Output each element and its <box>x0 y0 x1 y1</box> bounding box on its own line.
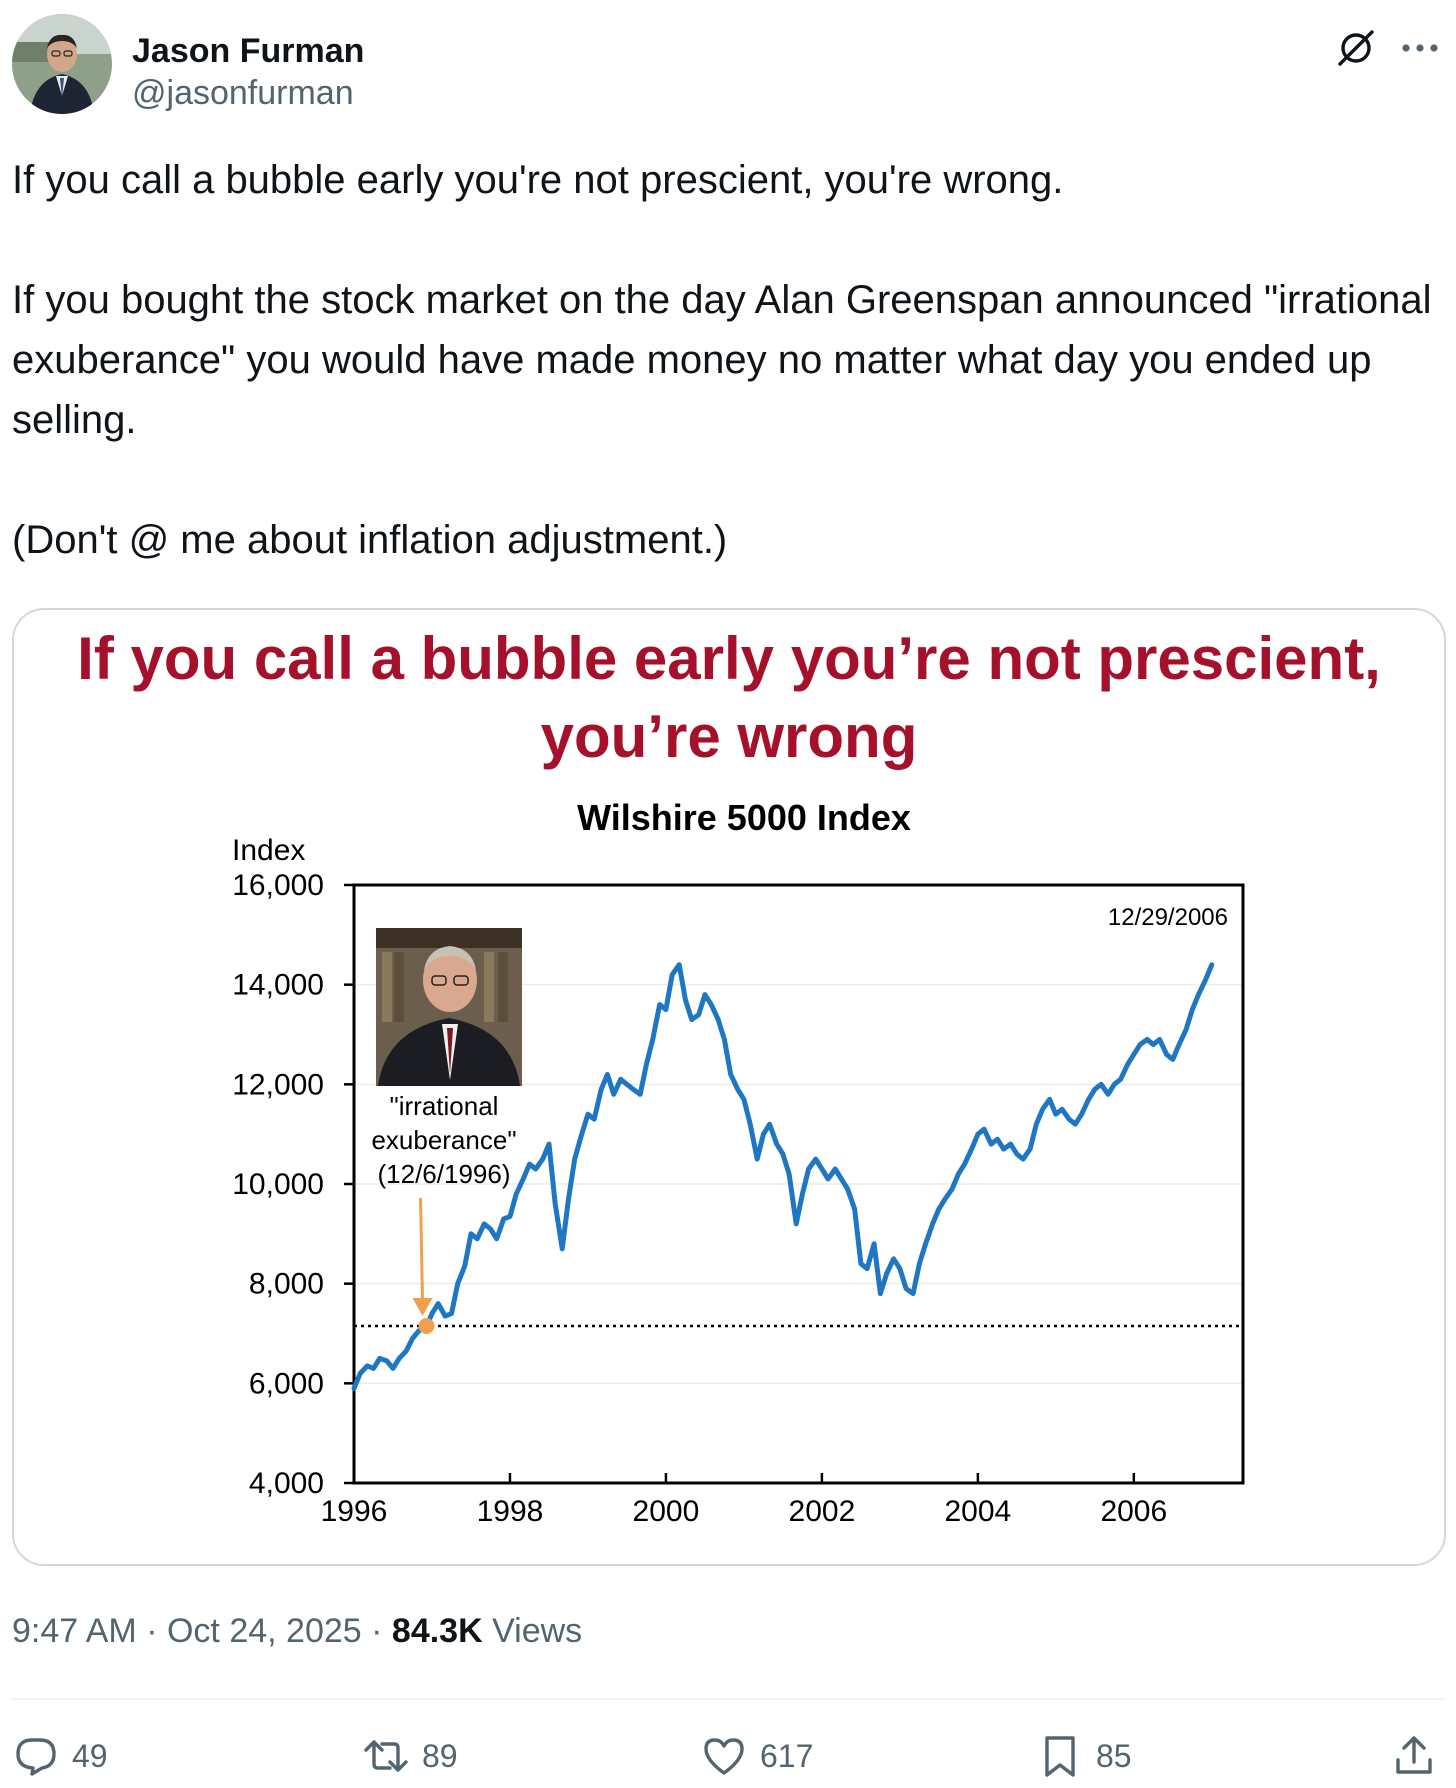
y-tick-label: 12,000 <box>232 1068 324 1101</box>
wilshire-chart: Wilshire 5000 Index Index 4,000 6,000 8,00… <box>232 797 1245 1528</box>
annotation-label: "irrational exuberance" (12/6/1996) <box>371 1091 516 1189</box>
media-card[interactable]: If you call a bubble early you’re not pr… <box>12 608 1446 1566</box>
annotation-line: "irrational <box>390 1091 499 1121</box>
bookmark-button[interactable]: 85 <box>1036 1728 1132 1784</box>
y-axis-label: Index <box>232 834 305 867</box>
x-tick-label: 1996 <box>321 1495 388 1528</box>
views-label: Views <box>492 1612 583 1650</box>
like-button[interactable]: 617 <box>700 1728 813 1784</box>
author-name[interactable]: Jason Furman <box>132 32 364 71</box>
y-tick-label: 4,000 <box>249 1467 324 1500</box>
meta-separator: · <box>371 1612 383 1650</box>
x-tick-label: 2002 <box>789 1495 856 1528</box>
greenspan-photo <box>376 928 522 1086</box>
x-tick-label: 2000 <box>633 1495 700 1528</box>
bookmark-count: 85 <box>1096 1737 1132 1774</box>
tweet-paragraph: If you bought the stock market on the da… <box>12 278 1432 442</box>
heart-icon <box>704 1738 744 1775</box>
y-tick-label: 6,000 <box>249 1367 324 1400</box>
x-tick-label: 2006 <box>1100 1495 1167 1528</box>
bookmark-icon <box>1045 1736 1075 1777</box>
views-count: 84.3K <box>391 1612 483 1650</box>
avatar[interactable] <box>12 14 112 114</box>
reply-button[interactable]: 49 <box>12 1728 108 1784</box>
share-icon <box>1396 1736 1432 1774</box>
tweet-header: Jason Furman @jasonfurman <box>12 14 1444 118</box>
meta-separator: · <box>146 1612 158 1650</box>
y-tick-label: 14,000 <box>232 969 324 1002</box>
repost-button[interactable]: 89 <box>362 1728 458 1784</box>
x-tick-label: 1998 <box>477 1495 544 1528</box>
y-tick-label: 16,000 <box>232 869 324 902</box>
reply-count: 49 <box>72 1737 108 1774</box>
author-handle[interactable]: @jasonfurman <box>132 74 354 113</box>
more-options-icon[interactable] <box>1396 24 1444 72</box>
y-tick-label: 10,000 <box>232 1168 324 1201</box>
chart-title: Wilshire 5000 Index <box>577 797 911 838</box>
grok-icon[interactable] <box>1332 24 1380 72</box>
tweet-date[interactable]: Oct 24, 2025 <box>167 1612 362 1650</box>
x-tick-label: 2004 <box>944 1495 1011 1528</box>
tweet-meta: 9:47 AM · Oct 24, 2025 · 84.3K Views <box>12 1612 582 1651</box>
tweet-paragraph: (Don't @ me about inflation adjustment.) <box>12 518 728 562</box>
repost-icon <box>364 1740 408 1772</box>
y-tick-label: 8,000 <box>249 1268 324 1301</box>
tweet-text: If you call a bubble early you're not pr… <box>12 150 1432 570</box>
annotation-line: exuberance" <box>371 1125 516 1155</box>
action-bar: 49 89 617 85 <box>12 1728 1444 1788</box>
annotation-point <box>418 1318 435 1335</box>
annotation-arrow <box>419 1197 425 1303</box>
tweet-time[interactable]: 9:47 AM <box>12 1612 137 1650</box>
share-button[interactable] <box>1390 1728 1438 1784</box>
reply-icon <box>16 1738 56 1776</box>
annotation-line: (12/6/1996) <box>378 1159 511 1189</box>
like-count: 617 <box>760 1737 814 1774</box>
divider <box>12 1698 1444 1700</box>
repost-count: 89 <box>422 1737 458 1774</box>
tweet-paragraph: If you call a bubble early you're not pr… <box>12 158 1064 202</box>
end-date-label: 12/29/2006 <box>1108 904 1228 931</box>
